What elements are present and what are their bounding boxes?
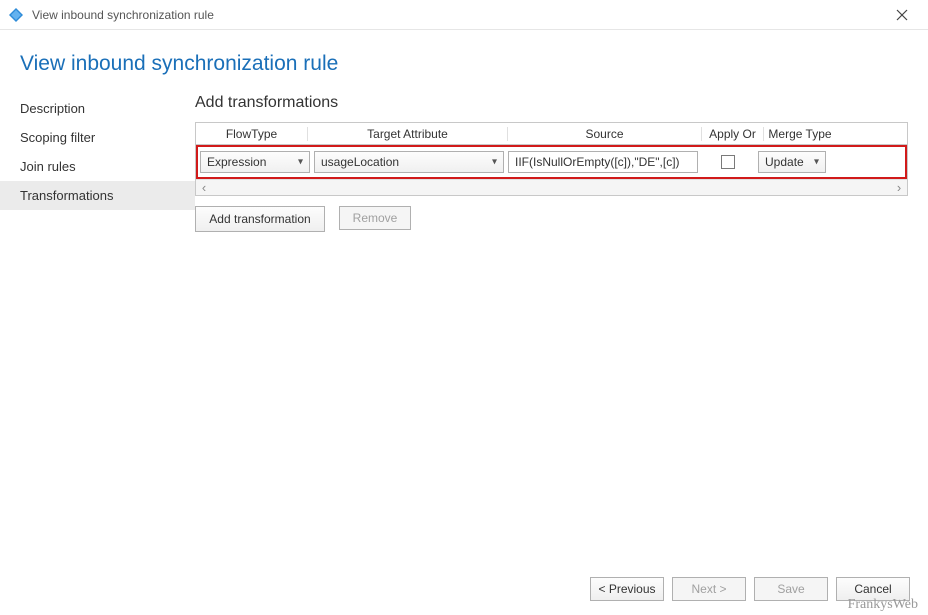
button-label: Cancel [854, 582, 891, 596]
transformation-row: Expression ▾ usageLocation ▾ IIF(IsNullO… [196, 145, 907, 179]
chevron-down-icon: ▾ [492, 157, 497, 168]
col-header-apply: Apply Or [702, 127, 764, 141]
remove-transformation-button[interactable]: Remove [339, 206, 411, 230]
target-attribute-dropdown[interactable]: usageLocation ▾ [314, 151, 504, 173]
scroll-left-icon[interactable]: ‹ [196, 180, 212, 195]
target-attribute-value: usageLocation [321, 155, 399, 169]
apply-once-checkbox[interactable] [721, 155, 735, 169]
source-expression-value: IIF(IsNullOrEmpty([c]),"DE",[c]) [515, 155, 680, 169]
flowtype-value: Expression [207, 155, 266, 169]
col-header-merge: Merge Type [764, 127, 836, 141]
button-label: Next > [691, 582, 726, 596]
button-label: < Previous [598, 582, 655, 596]
sidebar-item-label: Join rules [20, 159, 76, 174]
merge-type-value: Update [765, 155, 804, 169]
main-content: Add transformations FlowType Target Attr… [195, 94, 928, 232]
sidebar-item-label: Description [20, 101, 85, 116]
sidebar-item-join-rules[interactable]: Join rules [20, 152, 195, 181]
button-label: Remove [353, 211, 398, 225]
save-button[interactable]: Save [754, 577, 828, 601]
wizard-footer: < Previous Next > Save Cancel [590, 577, 910, 601]
grid-action-buttons: Add transformation Remove [195, 206, 908, 232]
col-header-target: Target Attribute [308, 127, 508, 141]
button-label: Add transformation [209, 212, 310, 226]
col-header-source: Source [508, 127, 702, 141]
apply-once-cell [702, 155, 754, 169]
app-logo-icon [8, 7, 24, 23]
source-expression-input[interactable]: IIF(IsNullOrEmpty([c]),"DE",[c]) [508, 151, 698, 173]
grid-header-row: FlowType Target Attribute Source Apply O… [196, 123, 907, 145]
page-title: View inbound synchronization rule [0, 30, 928, 94]
close-icon [896, 9, 908, 21]
next-button[interactable]: Next > [672, 577, 746, 601]
window-close-button[interactable] [884, 3, 920, 27]
sidebar: Description Scoping filter Join rules Tr… [0, 94, 195, 210]
add-transformation-button[interactable]: Add transformation [195, 206, 325, 232]
transformations-grid: FlowType Target Attribute Source Apply O… [195, 122, 908, 196]
grid-horizontal-scrollbar[interactable]: ‹ › [196, 179, 907, 195]
scroll-right-icon[interactable]: › [891, 180, 907, 195]
sidebar-item-scoping-filter[interactable]: Scoping filter [20, 123, 195, 152]
sidebar-item-label: Transformations [20, 188, 113, 203]
merge-type-dropdown[interactable]: Update ▾ [758, 151, 826, 173]
col-header-flowtype: FlowType [196, 127, 308, 141]
section-title: Add transformations [195, 94, 908, 112]
sidebar-item-description[interactable]: Description [20, 94, 195, 123]
titlebar: View inbound synchronization rule [0, 0, 928, 30]
cancel-button[interactable]: Cancel [836, 577, 910, 601]
window-title: View inbound synchronization rule [32, 8, 884, 22]
flowtype-dropdown[interactable]: Expression ▾ [200, 151, 310, 173]
button-label: Save [777, 582, 804, 596]
sidebar-item-transformations[interactable]: Transformations [0, 181, 195, 210]
previous-button[interactable]: < Previous [590, 577, 664, 601]
chevron-down-icon: ▾ [298, 157, 303, 168]
sidebar-item-label: Scoping filter [20, 130, 95, 145]
chevron-down-icon: ▾ [814, 157, 819, 168]
